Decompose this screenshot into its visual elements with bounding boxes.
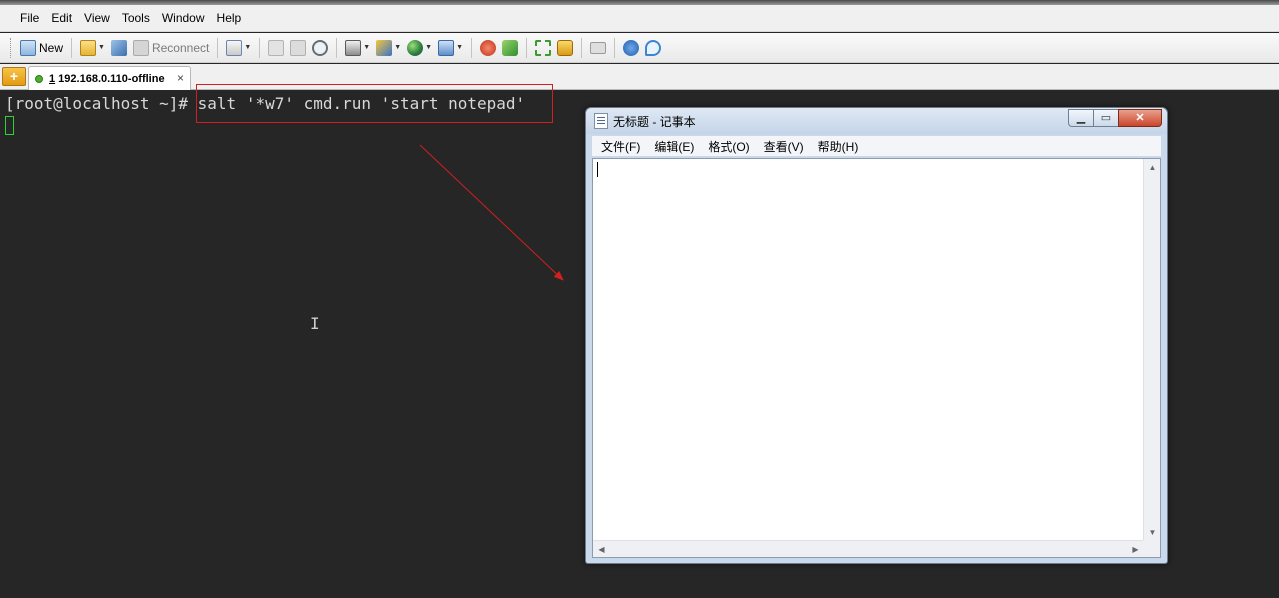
notepad-menu-view[interactable]: 查看(V) xyxy=(757,138,811,155)
toolbar: New ▼ Reconnect ▼ ▼ ▼ ▼ ▼ xyxy=(0,33,1279,63)
fullscreen-icon xyxy=(535,39,552,56)
xshell-icon xyxy=(480,39,497,56)
chat-button[interactable] xyxy=(642,37,664,59)
new-session-icon xyxy=(20,39,36,56)
globe-icon xyxy=(407,39,424,56)
menu-tools[interactable]: Tools xyxy=(116,5,156,32)
chevron-down-icon[interactable]: ▼ xyxy=(425,44,432,51)
notepad-menu-edit[interactable]: 编辑(E) xyxy=(647,138,701,155)
script-icon xyxy=(438,39,455,56)
close-tab-icon[interactable]: × xyxy=(177,71,184,85)
reconnect-icon xyxy=(132,39,149,56)
reconnect-button[interactable]: Reconnect xyxy=(130,37,212,59)
paste-button[interactable] xyxy=(287,37,309,59)
paste-icon xyxy=(290,39,307,56)
transfer-button[interactable]: ▼ xyxy=(373,37,404,59)
close-button[interactable]: ✕ xyxy=(1118,109,1162,127)
keyboard-icon xyxy=(590,41,607,54)
window-controls: ▁ ▭ ✕ xyxy=(1068,109,1162,127)
lock-icon xyxy=(557,39,574,56)
toolbar-separator xyxy=(526,37,528,58)
session-tab[interactable]: 1 192.168.0.110-offline × xyxy=(28,66,191,90)
chevron-down-icon[interactable]: ▼ xyxy=(244,44,251,51)
copy-icon xyxy=(268,39,285,56)
annotation-highlight-box xyxy=(196,84,553,123)
fullscreen-button[interactable] xyxy=(532,37,554,59)
xftp-button[interactable] xyxy=(499,37,521,59)
transfer-icon xyxy=(376,39,393,56)
menu-window[interactable]: Window xyxy=(156,5,211,32)
menu-view[interactable]: View xyxy=(78,5,116,32)
xshell-button[interactable] xyxy=(477,37,499,59)
session-tab-label: 1 192.168.0.110-offline xyxy=(49,73,165,85)
globe-button[interactable]: ▼ xyxy=(404,37,435,59)
print-icon xyxy=(345,39,362,56)
notepad-menu-file[interactable]: 文件(F) xyxy=(594,138,647,155)
connect-button[interactable] xyxy=(108,37,130,59)
notepad-menu-help[interactable]: 帮助(H) xyxy=(811,138,866,155)
find-button[interactable] xyxy=(309,37,331,59)
terminal-cursor xyxy=(5,116,14,135)
notepad-window[interactable]: 无标题 - 记事本 ▁ ▭ ✕ 文件(F) 编辑(E) 格式(O) 查看(V) … xyxy=(585,107,1168,564)
notepad-menu-bar: 文件(F) 编辑(E) 格式(O) 查看(V) 帮助(H) xyxy=(592,136,1161,156)
chat-icon xyxy=(645,39,662,56)
menu-edit[interactable]: Edit xyxy=(45,5,78,32)
add-tab-button[interactable]: + xyxy=(2,67,26,86)
properties-button[interactable]: ▼ xyxy=(223,37,254,59)
reconnect-label: Reconnect xyxy=(151,40,210,55)
toolbar-separator xyxy=(581,37,583,58)
script-button[interactable]: ▼ xyxy=(435,37,466,59)
notepad-title-bar[interactable]: 无标题 - 记事本 ▁ ▭ ✕ xyxy=(586,108,1167,134)
open-button[interactable]: ▼ xyxy=(77,37,108,59)
toolbar-separator xyxy=(71,37,73,58)
scroll-left-icon[interactable]: ◀ xyxy=(593,541,610,558)
lock-button[interactable] xyxy=(554,37,576,59)
chevron-down-icon[interactable]: ▼ xyxy=(363,44,370,51)
menu-help[interactable]: Help xyxy=(211,5,248,32)
scroll-right-icon[interactable]: ▶ xyxy=(1127,541,1144,558)
xftp-icon xyxy=(502,39,519,56)
chevron-down-icon[interactable]: ▼ xyxy=(98,44,105,51)
toolbar-separator xyxy=(217,37,219,58)
find-icon xyxy=(312,39,329,56)
open-folder-icon xyxy=(80,39,97,56)
toolbar-grip xyxy=(10,37,13,58)
maximize-button[interactable]: ▭ xyxy=(1093,109,1119,127)
shell-prompt: [root@localhost ~]# xyxy=(5,94,198,113)
notepad-title: 无标题 - 记事本 xyxy=(613,114,696,129)
status-dot-icon xyxy=(35,74,43,83)
notepad-menu-format[interactable]: 格式(O) xyxy=(701,138,756,155)
menu-file[interactable]: File xyxy=(14,5,45,32)
toolbar-separator xyxy=(614,37,616,58)
mouse-ibeam-icon: I xyxy=(310,314,320,333)
session-tab-bar: + 1 192.168.0.110-offline × xyxy=(0,64,1279,90)
properties-icon xyxy=(226,39,243,56)
scroll-down-icon[interactable]: ▼ xyxy=(1144,524,1161,541)
notepad-text-area[interactable]: ▲ ▼ ◀ ▶ xyxy=(592,158,1161,558)
size-grip[interactable] xyxy=(1143,540,1160,557)
new-session-label: New xyxy=(39,40,64,55)
print-button[interactable]: ▼ xyxy=(342,37,373,59)
text-caret xyxy=(597,162,598,177)
session-tab-title: 192.168.0.110-offline xyxy=(55,72,165,85)
toolbar-separator xyxy=(471,37,473,58)
notepad-icon xyxy=(594,113,608,129)
toolbar-separator xyxy=(336,37,338,58)
scroll-up-icon[interactable]: ▲ xyxy=(1144,159,1161,176)
keyboard-button[interactable] xyxy=(587,37,609,59)
chevron-down-icon[interactable]: ▼ xyxy=(394,44,401,51)
menu-bar: File Edit View Tools Window Help xyxy=(0,5,1279,32)
new-session-button[interactable]: New xyxy=(17,37,66,59)
help-icon xyxy=(623,39,640,56)
connect-icon xyxy=(110,39,127,56)
vertical-scrollbar[interactable]: ▲ ▼ xyxy=(1143,159,1160,541)
help-button[interactable] xyxy=(620,37,642,59)
horizontal-scrollbar[interactable]: ◀ ▶ xyxy=(593,540,1144,557)
toolbar-separator xyxy=(259,37,261,58)
chevron-down-icon[interactable]: ▼ xyxy=(456,44,463,51)
copy-button[interactable] xyxy=(265,37,287,59)
minimize-button[interactable]: ▁ xyxy=(1068,109,1094,127)
